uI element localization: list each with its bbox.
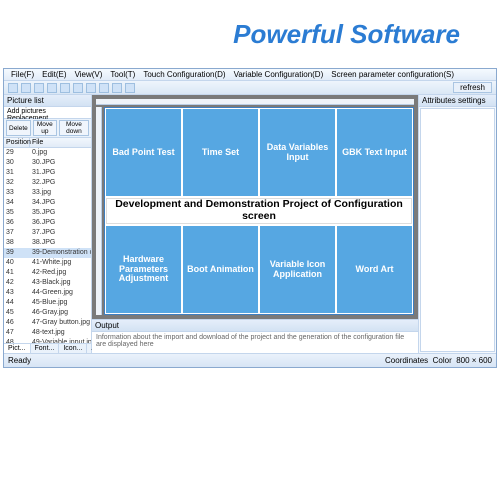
col-position: Position	[4, 138, 30, 147]
menu-touch-config[interactable]: Touch Configuration(D)	[140, 70, 228, 79]
menu-file[interactable]: File(F)	[8, 70, 37, 79]
sidebar-bottom-tabs: Pict... Font... Icon... Audi...	[4, 343, 91, 353]
hero-title: Powerful Software	[0, 0, 500, 68]
list-item[interactable]: 3333.jpg	[4, 188, 91, 198]
list-item[interactable]: 3535.JPG	[4, 208, 91, 218]
move-down-button[interactable]: Move down	[59, 120, 89, 136]
list-item[interactable]: 3131.JPG	[4, 168, 91, 178]
list-item[interactable]: 3434.JPG	[4, 198, 91, 208]
status-color-label: Color	[433, 356, 452, 365]
file-list[interactable]: 290.jpg3030.JPG3131.JPG3232.JPG3333.jpg3…	[4, 148, 91, 343]
toolbar-button[interactable]	[8, 83, 18, 93]
app-window: File(F) Edit(E) View(V) Tool(T) Touch Co…	[3, 68, 497, 368]
menu-view[interactable]: View(V)	[72, 70, 106, 79]
list-item[interactable]: 3939-Demonstration c...	[4, 248, 91, 258]
list-item[interactable]: 4344-Green.jpg	[4, 288, 91, 298]
attributes-title: Attributes settings	[419, 95, 496, 107]
ruler-horizontal	[96, 99, 414, 105]
output-panel: Output Information about the import and …	[92, 319, 418, 353]
list-item[interactable]: 290.jpg	[4, 148, 91, 158]
status-bar: Ready Coordinates Color 800 × 600	[4, 353, 496, 367]
toolbar: refresh	[4, 81, 496, 95]
toolbar-button[interactable]	[21, 83, 31, 93]
col-file: File	[30, 138, 91, 147]
tile-word-art[interactable]: Word Art	[337, 226, 412, 313]
tile-variable-icon[interactable]: Variable Icon Application	[260, 226, 335, 313]
ruler-vertical	[96, 107, 102, 315]
toolbar-button[interactable]	[125, 83, 135, 93]
delete-button[interactable]: Delete	[6, 120, 31, 136]
list-header: Position File	[4, 138, 91, 148]
tile-bad-point[interactable]: Bad Point Test	[106, 109, 181, 196]
menu-tool[interactable]: Tool(T)	[107, 70, 138, 79]
toolbar-button[interactable]	[112, 83, 122, 93]
toolbar-button[interactable]	[34, 83, 44, 93]
toolbar-button[interactable]	[99, 83, 109, 93]
list-item[interactable]: 3232.JPG	[4, 178, 91, 188]
tile-data-variables[interactable]: Data Variables Input	[260, 109, 335, 196]
sidebar: Picture list Add pictures Replacement De…	[4, 95, 92, 353]
attributes-panel: Attributes settings	[418, 95, 496, 353]
menu-edit[interactable]: Edit(E)	[39, 70, 69, 79]
toolbar-button[interactable]	[47, 83, 57, 93]
list-item[interactable]: 3636.JPG	[4, 218, 91, 228]
refresh-button[interactable]: refresh	[453, 82, 492, 93]
banner: Development and Demonstration Project of…	[106, 198, 412, 224]
output-title: Output	[92, 320, 418, 332]
list-item[interactable]: 4445-Blue.jpg	[4, 298, 91, 308]
status-coords-label: Coordinates	[385, 356, 428, 365]
toolbar-button[interactable]	[73, 83, 83, 93]
status-size: 800 × 600	[456, 356, 492, 365]
tile-gbk-text[interactable]: GBK Text Input	[337, 109, 412, 196]
tab-pictures[interactable]: Pict...	[4, 344, 31, 353]
property-grid[interactable]	[420, 108, 495, 352]
canvas-area: Bad Point Test Time Set Data Variables I…	[92, 95, 418, 319]
menu-bar: File(F) Edit(E) View(V) Tool(T) Touch Co…	[4, 69, 496, 81]
list-item[interactable]: 4546-Gray.jpg	[4, 308, 91, 318]
list-item[interactable]: 3838.JPG	[4, 238, 91, 248]
move-up-button[interactable]: Move up	[33, 120, 57, 136]
list-item[interactable]: 4748-text.jpg	[4, 328, 91, 338]
list-item[interactable]: 4041-White.jpg	[4, 258, 91, 268]
sidebar-title: Picture list	[4, 95, 91, 107]
tile-hardware-params[interactable]: Hardware Parameters Adjustment	[106, 226, 181, 313]
list-item[interactable]: 4142-Red.jpg	[4, 268, 91, 278]
tab-fonts[interactable]: Font...	[31, 344, 60, 353]
status-ready: Ready	[8, 356, 31, 365]
menu-variable-config[interactable]: Variable Configuration(D)	[231, 70, 327, 79]
list-item[interactable]: 4647-Gray button.jpg	[4, 318, 91, 328]
output-text: Information about the import and downloa…	[92, 332, 418, 353]
menu-screen-param[interactable]: Screen parameter configuration(S)	[328, 70, 457, 79]
tab-add-pictures[interactable]: Add pictures	[7, 108, 46, 115]
tile-time-set[interactable]: Time Set	[183, 109, 258, 196]
list-item[interactable]: 3737.JPG	[4, 228, 91, 238]
list-item[interactable]: 4243-Black.jpg	[4, 278, 91, 288]
toolbar-button[interactable]	[60, 83, 70, 93]
toolbar-button[interactable]	[86, 83, 96, 93]
list-item[interactable]: 3030.JPG	[4, 158, 91, 168]
tab-icons[interactable]: Icon...	[59, 344, 87, 353]
tile-boot-animation[interactable]: Boot Animation	[183, 226, 258, 313]
stage[interactable]: Bad Point Test Time Set Data Variables I…	[104, 107, 414, 315]
sidebar-tabs: Add pictures Replacement	[4, 107, 91, 119]
